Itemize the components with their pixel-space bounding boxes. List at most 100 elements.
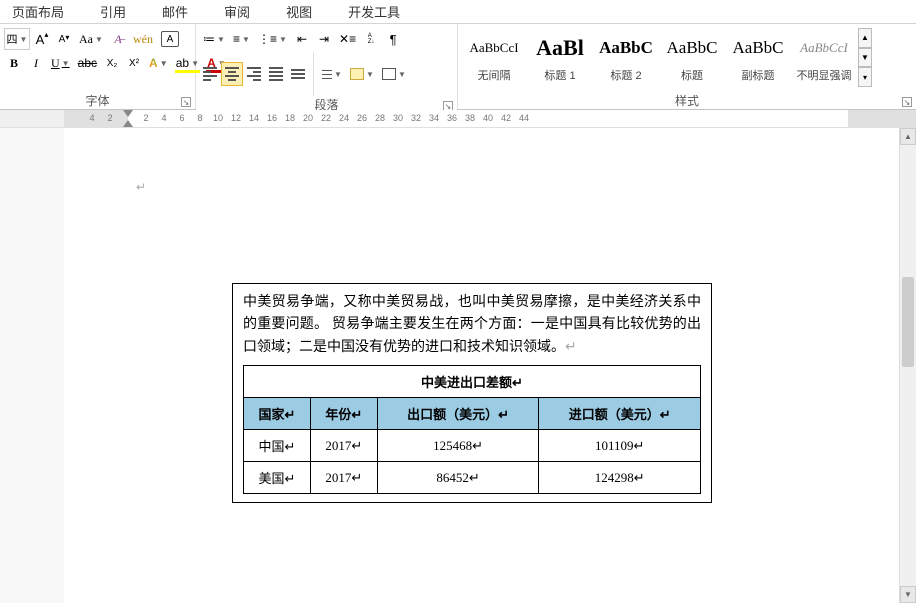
borders-button[interactable]: ▼: [379, 63, 409, 85]
table-cell[interactable]: 2017↵: [310, 430, 377, 462]
bold-button[interactable]: B: [4, 52, 24, 74]
italic-button[interactable]: I: [26, 52, 46, 74]
style-preview: AaBbCcI: [800, 29, 848, 67]
data-table[interactable]: 中美进出口差额↵国家↵年份↵出口额（美元）↵进口额（美元）↵中国↵2017↵12…: [243, 365, 701, 494]
ruler-tick: 34: [429, 113, 439, 123]
group-styles: AaBbCcI无间隔AaBl标题 1AaBbC标题 2AaBbC标题AaBbC副…: [458, 24, 916, 109]
style-preview: AaBbC: [599, 29, 653, 67]
menu-mail[interactable]: 邮件: [144, 2, 206, 21]
text-direction-button[interactable]: ✕≡: [336, 28, 359, 50]
menu-view[interactable]: 视图: [268, 2, 330, 21]
style-item-5[interactable]: AaBbCcI不明显强调: [792, 28, 856, 84]
text-effect-button[interactable]: A▼: [146, 52, 171, 74]
font-size-combo[interactable]: 四▼: [4, 28, 30, 50]
align-right-button[interactable]: [244, 63, 264, 85]
horizontal-ruler[interactable]: 4224681012141618202224262830323436384042…: [64, 110, 916, 127]
align-distribute-button[interactable]: [288, 63, 308, 85]
vertical-scrollbar[interactable]: ▲ ▼: [899, 128, 916, 603]
ruler-tick: 4: [161, 113, 166, 123]
multilevel-list-button[interactable]: ⋮≡▼: [255, 28, 290, 50]
menu-layout[interactable]: 页面布局: [8, 2, 82, 21]
scroll-down-button[interactable]: ▼: [900, 586, 916, 603]
ruler-tick: 32: [411, 113, 421, 123]
styles-expand[interactable]: ▾: [858, 67, 872, 87]
style-item-4[interactable]: AaBbC副标题: [726, 28, 790, 84]
align-left-button[interactable]: [200, 63, 220, 85]
left-indent-icon[interactable]: [123, 120, 133, 127]
align-center-button[interactable]: [222, 63, 242, 85]
highlight-button[interactable]: ab▼: [173, 52, 202, 74]
table-header[interactable]: 进口额（美元）↵: [539, 398, 701, 430]
style-item-3[interactable]: AaBbC标题: [660, 28, 724, 84]
phonetic-guide-button[interactable]: wén: [130, 28, 156, 50]
style-item-1[interactable]: AaBl标题 1: [528, 28, 592, 84]
table-cell[interactable]: 2017↵: [310, 462, 377, 494]
number-list-button[interactable]: ≡▼: [230, 28, 253, 50]
enclose-char-button[interactable]: A: [158, 28, 182, 50]
table-header[interactable]: 年份↵: [310, 398, 377, 430]
style-name: 不明显强调: [797, 67, 852, 83]
grow-font-button[interactable]: A: [32, 28, 52, 50]
document-scroll[interactable]: ↵ 中美贸易争端，又称中美贸易战，也叫中美贸易摩擦，是中美经济关系中的重要问题。…: [64, 128, 899, 603]
change-case-button[interactable]: Aa▼: [76, 28, 106, 50]
clear-format-button[interactable]: A̶: [108, 28, 128, 50]
menu-references[interactable]: 引用: [82, 2, 144, 21]
scrollbar-track[interactable]: [900, 145, 916, 586]
styles-scroll-up[interactable]: ▲: [858, 28, 872, 48]
ruler-area: 4224681012141618202224262830323436384042…: [0, 110, 916, 128]
style-name: 标题 1: [544, 67, 575, 83]
increase-indent-button[interactable]: ⇥: [314, 28, 334, 50]
content-box: 中美贸易争端，又称中美贸易战，也叫中美贸易摩擦，是中美经济关系中的重要问题。 贸…: [232, 283, 712, 503]
shading-button[interactable]: ▼: [347, 63, 377, 85]
sort-button[interactable]: AZ↓: [361, 28, 381, 50]
table-header[interactable]: 出口额（美元）↵: [377, 398, 539, 430]
ruler-tick: 2: [143, 113, 148, 123]
underline-button[interactable]: U▼: [48, 52, 73, 74]
table-cell[interactable]: 101109↵: [539, 430, 701, 462]
strikethrough-button[interactable]: abc: [75, 52, 100, 74]
intro-paragraph[interactable]: 中美贸易争端，又称中美贸易战，也叫中美贸易摩擦，是中美经济关系中的重要问题。 贸…: [243, 292, 701, 359]
align-justify-button[interactable]: [266, 63, 286, 85]
scroll-up-button[interactable]: ▲: [900, 128, 916, 145]
table-cell[interactable]: 中国↵: [244, 430, 311, 462]
style-preview: AaBbCcI: [469, 29, 518, 67]
table-title[interactable]: 中美进出口差额↵: [244, 366, 701, 398]
ruler-tick: 6: [179, 113, 184, 123]
styles-dialog-launcher[interactable]: ↘: [902, 97, 912, 107]
menu-review[interactable]: 审阅: [206, 2, 268, 21]
superscript-button[interactable]: X²: [124, 52, 144, 74]
table-cell[interactable]: 86452↵: [377, 462, 539, 494]
table-cell[interactable]: 124298↵: [539, 462, 701, 494]
shrink-font-button[interactable]: A: [54, 28, 74, 50]
ruler-tick: 12: [231, 113, 241, 123]
styles-gallery: AaBbCcI无间隔AaBl标题 1AaBbC标题 2AaBbC标题AaBbC副…: [458, 24, 916, 91]
ruler-tick: 10: [213, 113, 223, 123]
menu-developer[interactable]: 开发工具: [330, 2, 418, 21]
style-item-0[interactable]: AaBbCcI无间隔: [462, 28, 526, 84]
decrease-indent-button[interactable]: ⇤: [292, 28, 312, 50]
subscript-button[interactable]: X₂: [102, 52, 122, 74]
group-paragraph: ≔▼ ≡▼ ⋮≡▼ ⇤ ⇥ ✕≡ AZ↓ ¶ ▼ ▼: [196, 24, 458, 109]
scrollbar-thumb[interactable]: [902, 277, 914, 367]
group-font-label: 字体↘: [0, 91, 195, 109]
table-row[interactable]: 中国↵2017↵125468↵101109↵: [244, 430, 701, 462]
page[interactable]: ↵ 中美贸易争端，又称中美贸易战，也叫中美贸易摩擦，是中美经济关系中的重要问题。…: [64, 144, 880, 584]
ruler-tick: 20: [303, 113, 313, 123]
table-header[interactable]: 国家↵: [244, 398, 311, 430]
line-spacing-button[interactable]: ▼: [319, 63, 345, 85]
style-preview: AaBl: [536, 29, 584, 67]
bullet-list-button[interactable]: ≔▼: [200, 28, 228, 50]
menu-bar: 页面布局 引用 邮件 审阅 视图 开发工具: [0, 0, 916, 24]
table-cell[interactable]: 美国↵: [244, 462, 311, 494]
styles-scroll-down[interactable]: ▼: [858, 48, 872, 68]
style-item-2[interactable]: AaBbC标题 2: [594, 28, 658, 84]
ruler-tick: 2: [107, 113, 112, 123]
ruler-tick: 36: [447, 113, 457, 123]
table-cell[interactable]: 125468↵: [377, 430, 539, 462]
first-line-indent-icon[interactable]: [123, 110, 133, 117]
font-dialog-launcher[interactable]: ↘: [181, 97, 191, 107]
table-row[interactable]: 美国↵2017↵86452↵124298↵: [244, 462, 701, 494]
ruler-tick: 44: [519, 113, 529, 123]
show-marks-button[interactable]: ¶: [383, 28, 403, 50]
ruler-tick: 26: [357, 113, 367, 123]
